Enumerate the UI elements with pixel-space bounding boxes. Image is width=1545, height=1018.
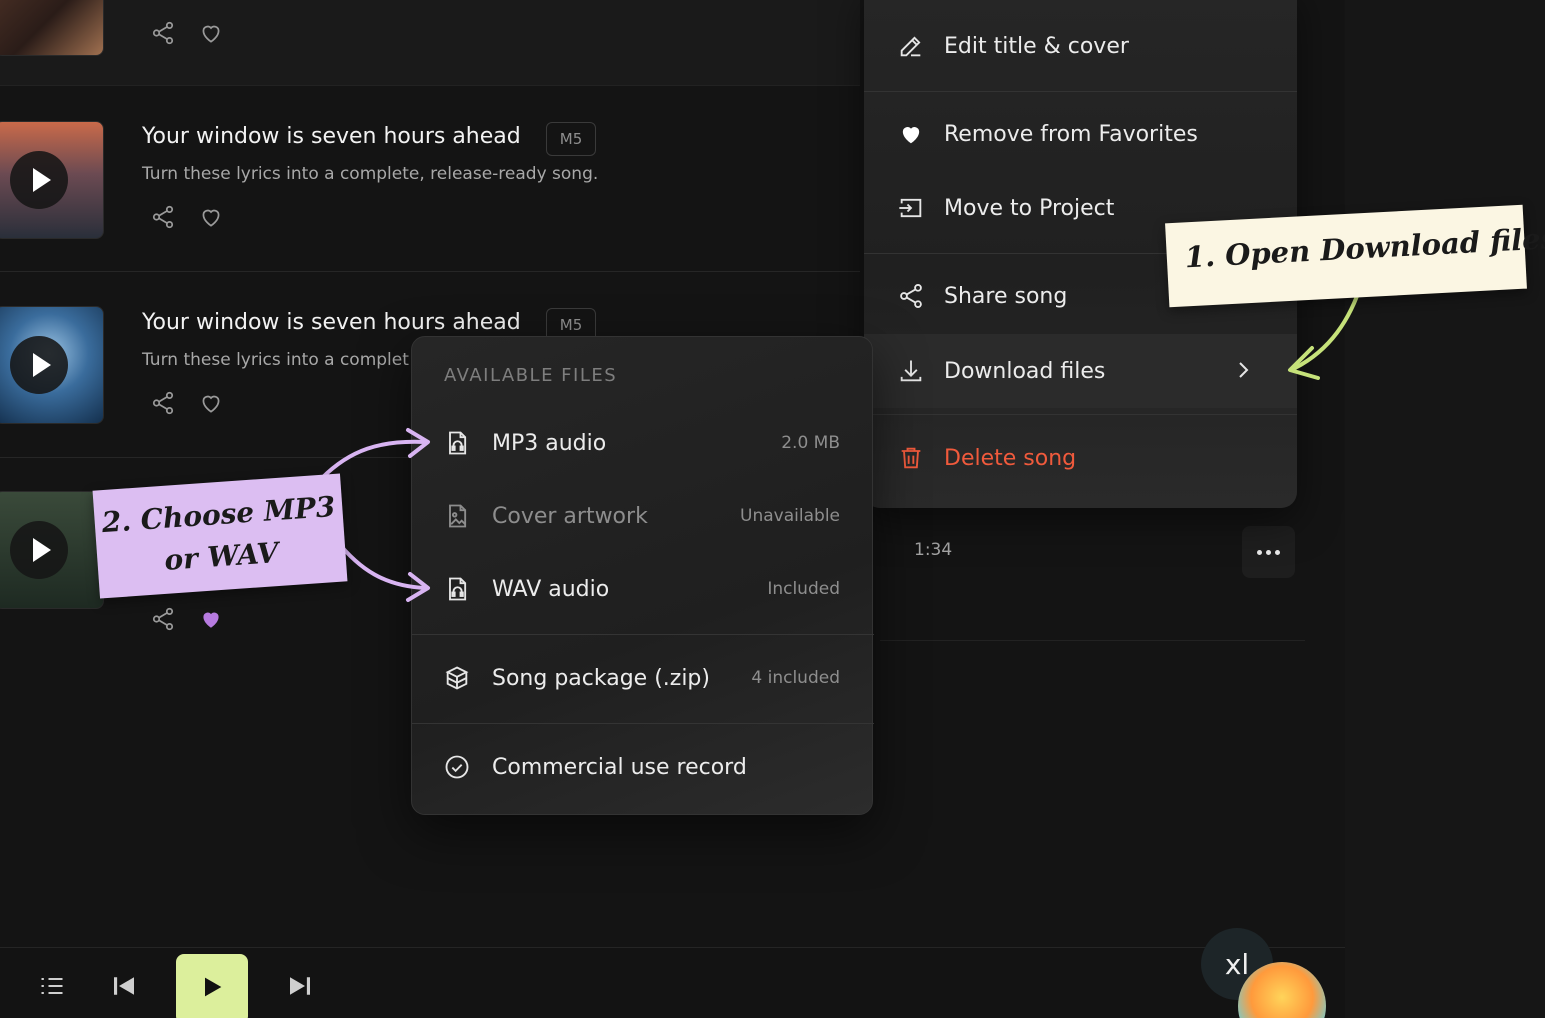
annotation-text: 1. Open Download files: [1183, 220, 1545, 275]
download-files-submenu: AVAILABLE FILES MP3 audio 2.0 MB Cover a…: [411, 336, 874, 815]
submenu-item-label: Cover artwork: [492, 503, 648, 529]
menu-item-download-files[interactable]: Download files: [864, 334, 1297, 408]
share-icon: [896, 281, 926, 311]
file-status: Unavailable: [740, 506, 840, 526]
submenu-item-commercial-use-record[interactable]: Commercial use record: [412, 737, 874, 797]
submenu-item-wav[interactable]: WAV audio Included: [412, 559, 874, 619]
audio-file-icon: [442, 574, 472, 604]
chevron-right-icon: [1233, 358, 1253, 388]
submenu-divider: [412, 723, 874, 724]
menu-item-label: Download files: [944, 358, 1106, 384]
download-icon: [896, 356, 926, 386]
queue-button[interactable]: [38, 974, 66, 1002]
song-duration: 1:34: [914, 540, 953, 560]
submenu-item-label: WAV audio: [492, 576, 610, 602]
menu-item-remove-favorites[interactable]: Remove from Favorites: [864, 104, 1297, 164]
play-button[interactable]: [10, 151, 68, 209]
submenu-item-label: Commercial use record: [492, 754, 747, 780]
song-thumbnail[interactable]: [0, 491, 104, 609]
play-button[interactable]: [10, 336, 68, 394]
share-icon[interactable]: [150, 390, 176, 416]
menu-item-label: Edit title & cover: [944, 33, 1129, 59]
queue-list-icon: [38, 972, 66, 1004]
file-size: 2.0 MB: [781, 433, 840, 453]
annotation-text: 2. Choose MP3: [100, 489, 337, 540]
submenu-heading: AVAILABLE FILES: [444, 365, 618, 386]
submenu-item-cover-artwork: Cover artwork Unavailable: [412, 486, 874, 546]
song-prompt: Turn these lyrics into a complete, relea…: [142, 164, 599, 184]
skip-back-icon: [109, 971, 139, 1005]
package-icon: [442, 663, 472, 693]
song-title[interactable]: Your window is seven hours ahead: [142, 310, 521, 335]
song-row[interactable]: Your window is seven hours ahead M5 Turn…: [0, 86, 860, 272]
menu-item-label: Move to Project: [944, 195, 1115, 221]
file-count: 4 included: [751, 668, 840, 688]
row-divider: [880, 640, 1305, 641]
menu-item-edit-title-cover[interactable]: Edit title & cover: [864, 16, 1297, 76]
submenu-item-label: MP3 audio: [492, 430, 607, 456]
song-thumbnail[interactable]: [0, 0, 104, 56]
heart-outline-icon[interactable]: [198, 204, 224, 230]
song-title[interactable]: Your window is seven hours ahead: [142, 124, 521, 149]
check-circle-icon: [442, 752, 472, 782]
trash-icon: [896, 443, 926, 473]
song-thumbnail[interactable]: [0, 306, 104, 424]
song-row-previous: [0, 0, 860, 86]
more-options-button[interactable]: [1242, 526, 1295, 578]
song-actions: [150, 204, 224, 230]
audio-file-icon: [442, 428, 472, 458]
menu-divider: [864, 91, 1297, 92]
submenu-item-mp3[interactable]: MP3 audio 2.0 MB: [412, 413, 874, 473]
share-icon[interactable]: [150, 204, 176, 230]
song-actions: [150, 390, 224, 416]
song-prompt: Turn these lyrics into a complet: [142, 350, 409, 370]
song-actions: [150, 606, 224, 632]
menu-divider: [864, 414, 1297, 415]
submenu-divider: [412, 634, 874, 635]
player-bar: [0, 947, 1345, 1018]
move-to-folder-icon: [896, 193, 926, 223]
next-button[interactable]: [284, 972, 316, 1004]
heart-filled-icon[interactable]: [198, 606, 224, 632]
play-icon: [198, 972, 226, 1006]
annotation-step-2: 2. Choose MP3 or WAV: [92, 473, 348, 599]
heart-outline-icon[interactable]: [198, 390, 224, 416]
song-actions: [150, 20, 224, 50]
heart-outline-icon[interactable]: [198, 20, 224, 50]
main-play-button[interactable]: [176, 954, 248, 1018]
share-icon[interactable]: [150, 606, 176, 632]
image-file-icon: [442, 501, 472, 531]
submenu-item-song-package[interactable]: Song package (.zip) 4 included: [412, 648, 874, 708]
previous-button[interactable]: [108, 972, 140, 1004]
right-panel: [1345, 0, 1545, 1018]
menu-item-label: Delete song: [944, 445, 1077, 471]
menu-item-label: Remove from Favorites: [944, 121, 1198, 147]
menu-item-delete-song[interactable]: Delete song: [864, 428, 1297, 488]
heart-filled-icon: [896, 119, 926, 149]
share-icon[interactable]: [150, 20, 176, 50]
submenu-item-label: Song package (.zip): [492, 665, 710, 691]
play-button[interactable]: [10, 521, 68, 579]
skip-forward-icon: [285, 971, 315, 1005]
model-badge: M5: [546, 122, 596, 156]
annotation-text: or WAV: [163, 536, 280, 577]
menu-item-label: Share song: [944, 283, 1068, 309]
song-thumbnail[interactable]: [0, 121, 104, 239]
pencil-icon: [896, 31, 926, 61]
file-status: Included: [767, 579, 840, 599]
